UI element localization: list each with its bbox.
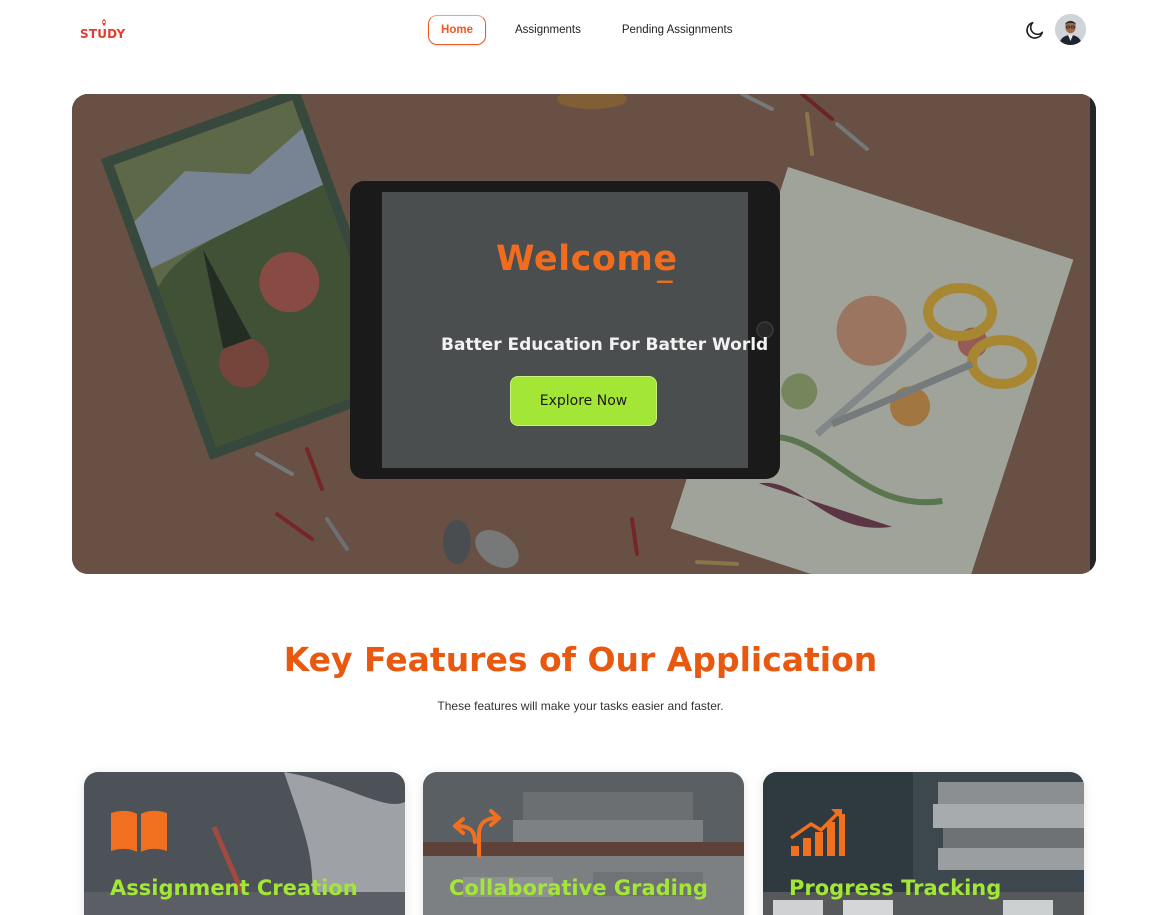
nav-link-pending-assignments[interactable]: Pending Assignments (622, 24, 733, 36)
feature-card-title: Progress Tracking (789, 876, 1002, 900)
hero-subtitle: Batter Education For Batter World (441, 335, 769, 355)
logo-text: STUDY (80, 27, 126, 41)
growth-chart-icon (789, 809, 845, 856)
nav-links: Home Assignments Pending Assignments (428, 15, 732, 45)
moon-icon[interactable] (1024, 19, 1046, 41)
split-arrows-icon (453, 809, 501, 858)
typing-cursor: _ (657, 254, 673, 284)
feature-card-title: Assignment Creation (110, 876, 358, 900)
explore-now-button[interactable]: Explore Now (510, 376, 657, 426)
feature-card-title: Collaborative Grading (449, 876, 708, 900)
avatar-portrait-icon (1055, 14, 1086, 45)
features-subtitle: These features will make your tasks easi… (437, 699, 724, 713)
logo[interactable]: STUDY (80, 18, 128, 44)
feature-card-assignment-creation[interactable]: Assignment Creation (84, 772, 405, 915)
hero-overlay (72, 94, 1096, 574)
hero-banner: Welcome _ Batter Education For Batter Wo… (72, 94, 1096, 574)
user-avatar[interactable] (1055, 14, 1086, 45)
feature-card-collaborative-grading[interactable]: Collaborative Grading (423, 772, 744, 915)
nav-link-home[interactable]: Home (428, 15, 486, 45)
nav-link-assignments[interactable]: Assignments (515, 24, 581, 36)
features-title: Key Features of Our Application (283, 640, 878, 679)
feature-card-progress-tracking[interactable]: Progress Tracking (763, 772, 1084, 915)
book-icon (111, 810, 167, 852)
hero-welcome-heading: Welcome (496, 239, 678, 279)
navbar: STUDY Home Assignments Pending Assignmen… (0, 0, 1161, 62)
